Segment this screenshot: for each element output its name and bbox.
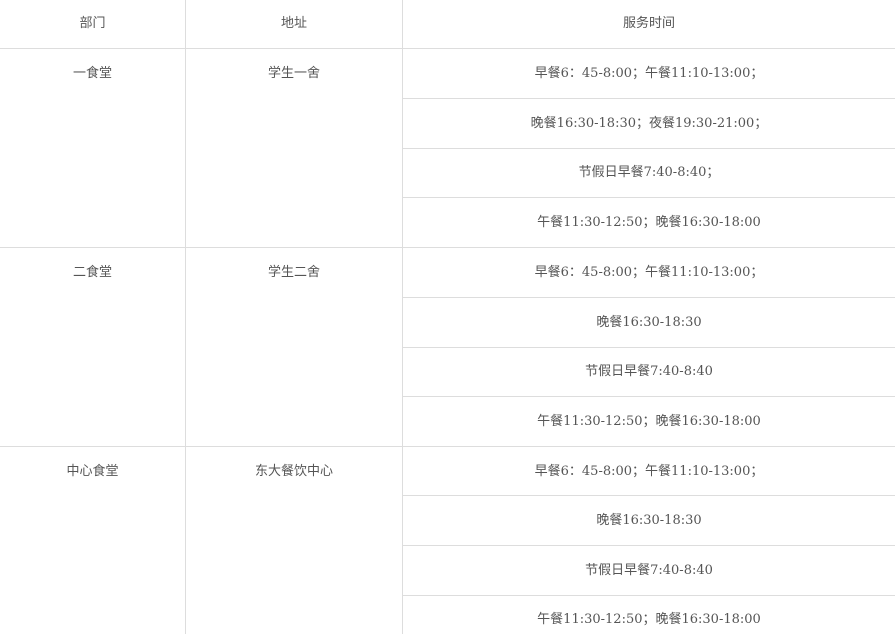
service-time-cell: 午餐11:30-12:50；晚餐16:30-18:00 [537,612,761,627]
department-cell: 中心食堂 [66,464,119,479]
service-time-cell: 晚餐16:30-18:30 [596,315,702,330]
header-service-time: 服务时间 [622,16,675,31]
row-divider [403,595,895,596]
row-divider [403,545,895,546]
department-cell: 二食堂 [72,265,112,280]
service-time-cell: 节假日早餐7:40-8:40 [585,563,713,578]
header-divider [0,48,895,49]
header-department: 部门 [79,16,106,31]
group-divider [0,247,895,248]
row-divider [403,197,895,198]
address-cell: 东大餐饮中心 [254,464,333,479]
address-cell: 学生二舍 [267,265,320,280]
service-time-cell: 午餐11:30-12:50；晚餐16:30-18:00 [537,414,761,429]
service-time-cell: 早餐6：45-8:00；午餐11:10-13:00； [534,66,764,81]
row-divider [403,148,895,149]
service-time-cell: 早餐6：45-8:00；午餐11:10-13:00； [534,464,764,479]
column-divider [185,0,186,634]
header-address: 地址 [280,16,307,31]
row-divider [403,98,895,99]
row-divider [403,495,895,496]
row-divider [403,396,895,397]
group-divider [0,446,895,447]
service-time-cell: 午餐11:30-12:50；晚餐16:30-18:00 [537,215,761,230]
service-time-cell: 节假日早餐7:40-8:40； [578,165,720,180]
row-divider [403,297,895,298]
row-divider [403,347,895,348]
service-time-cell: 节假日早餐7:40-8:40 [585,364,713,379]
canteen-hours-table: 部门 地址 服务时间 一食堂 学生一舍 早餐6：45-8:00；午餐11:10-… [0,0,895,634]
address-cell: 学生一舍 [267,66,320,81]
service-time-cell: 早餐6：45-8:00；午餐11:10-13:00； [534,265,764,280]
service-time-cell: 晚餐16:30-18:30 [596,513,702,528]
service-time-cell: 晚餐16:30-18:30；夜餐19:30-21:00； [530,116,768,131]
department-cell: 一食堂 [72,66,112,81]
